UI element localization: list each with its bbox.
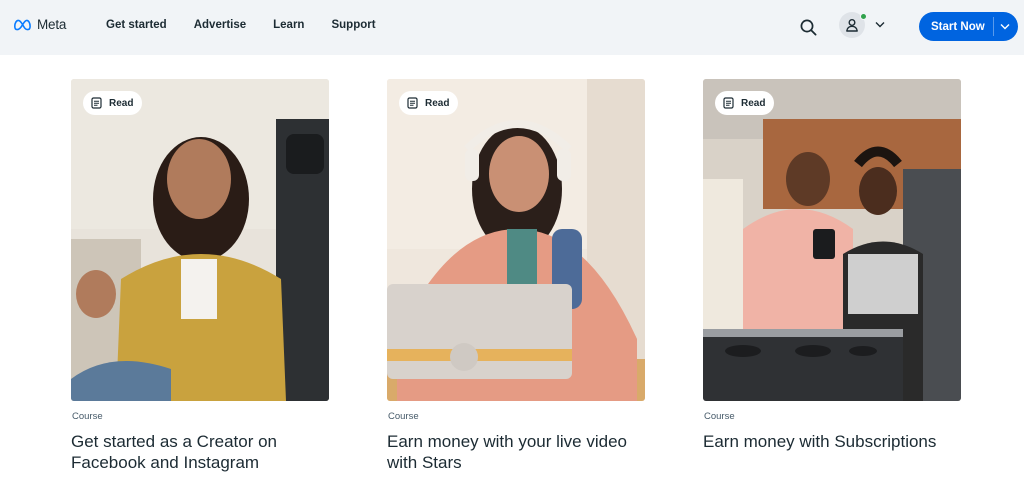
course-card-image[interactable]: Read [71,79,329,401]
read-badge-label: Read [109,97,134,109]
course-card-image[interactable]: Read [387,79,645,401]
creator-photo [71,79,329,401]
read-badge-label: Read [741,97,766,109]
search-button[interactable] [797,16,819,38]
read-badge: Read [83,91,143,115]
read-badge-label: Read [425,97,450,109]
read-badge: Read [715,91,775,115]
card-category: Course [72,411,103,422]
main-nav: Get started Advertise Learn Support [106,19,403,31]
course-card[interactable]: Read Course Get started as a Creator on … [71,79,329,472]
logo-wordmark: Meta [37,17,67,32]
document-icon [91,97,102,109]
account-menu-toggle[interactable] [875,19,885,29]
course-card-image[interactable]: Read [703,79,961,401]
nav-item-learn[interactable]: Learn [273,19,304,31]
user-icon [846,19,858,32]
card-title[interactable]: Earn money with your live video with Sta… [387,431,645,473]
start-now-dropdown[interactable] [1000,21,1010,31]
read-badge: Read [399,91,459,115]
button-divider [993,17,994,36]
top-navigation-bar: Meta Get started Advertise Learn Support… [0,0,1024,55]
start-now-button[interactable]: Start Now [919,12,1018,41]
meta-logo[interactable]: Meta [14,17,66,32]
card-title[interactable]: Earn money with Subscriptions [703,431,961,452]
online-status-dot [860,13,867,20]
document-icon [723,97,734,109]
nav-item-support[interactable]: Support [331,19,375,31]
chevron-down-icon [875,21,885,27]
nav-item-advertise[interactable]: Advertise [194,19,246,31]
course-card[interactable]: Read Course Earn money with Subscription… [703,79,961,451]
course-card[interactable]: Read Course Earn money with your live vi… [387,79,645,472]
card-category: Course [388,411,419,422]
nav-item-get-started[interactable]: Get started [106,19,167,31]
document-icon [407,97,418,109]
meta-infinity-icon [14,19,31,30]
chevron-down-icon [1000,23,1010,29]
card-category: Course [704,411,735,422]
card-title[interactable]: Get started as a Creator on Facebook and… [71,431,329,473]
podcaster-photo [387,79,645,401]
family-kitchen-photo [703,79,961,401]
search-icon [800,19,817,36]
start-now-label: Start Now [931,20,985,33]
